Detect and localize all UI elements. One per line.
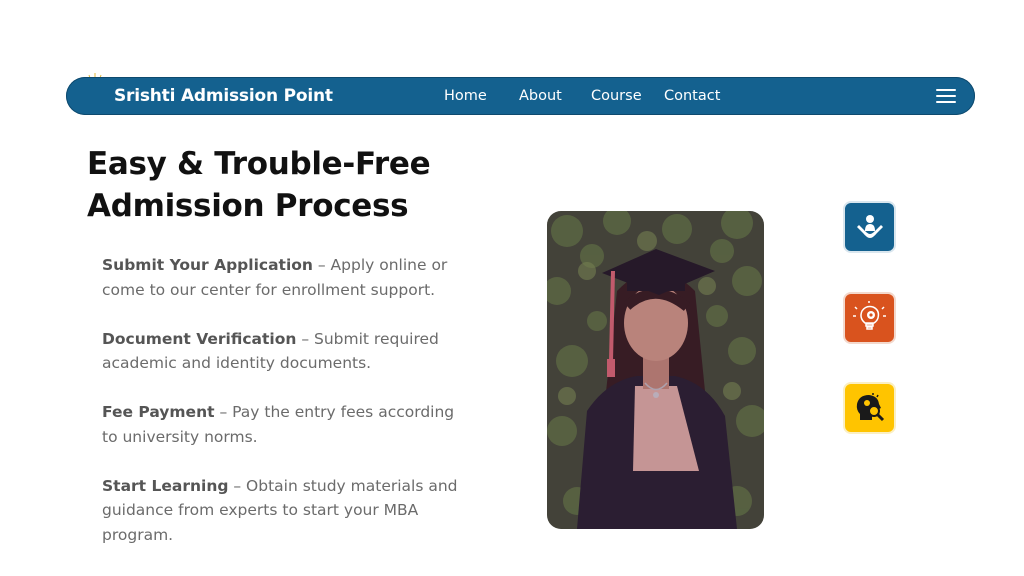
step-document-verification: Document Verification – Submit required … (102, 327, 472, 376)
step-title: Start Learning (102, 476, 229, 495)
graduate-photo (547, 211, 764, 529)
nav-course-link[interactable]: Course (591, 77, 642, 115)
step-fee-payment: Fee Payment – Pay the entry fees accordi… (102, 400, 472, 449)
nav-links: Home About Course Contact (66, 77, 975, 115)
hamburger-menu-icon[interactable] (936, 88, 956, 104)
head-magnifier-icon (843, 382, 896, 434)
step-title: Document Verification (102, 329, 297, 348)
nav-home-link[interactable]: Home (444, 77, 487, 115)
step-title: Submit Your Application (102, 256, 313, 274)
page-headline: Easy & Trouble-Free Admission Process (87, 146, 431, 224)
nav-about-link[interactable]: About (519, 77, 562, 115)
nav-contact-link[interactable]: Contact (664, 77, 720, 115)
top-navbar: Srishti Admission Point Home About Cours… (66, 77, 975, 115)
step-start-learning: Start Learning – Obtain study materials … (102, 474, 472, 548)
step-submit-application: Submit Your Application – Apply online o… (102, 253, 472, 302)
step-title: Fee Payment (102, 403, 215, 421)
admission-steps-list: Submit Your Application – Apply online o… (102, 253, 472, 572)
hands-holding-person-icon (843, 201, 896, 253)
lightbulb-gear-icon (843, 292, 896, 344)
